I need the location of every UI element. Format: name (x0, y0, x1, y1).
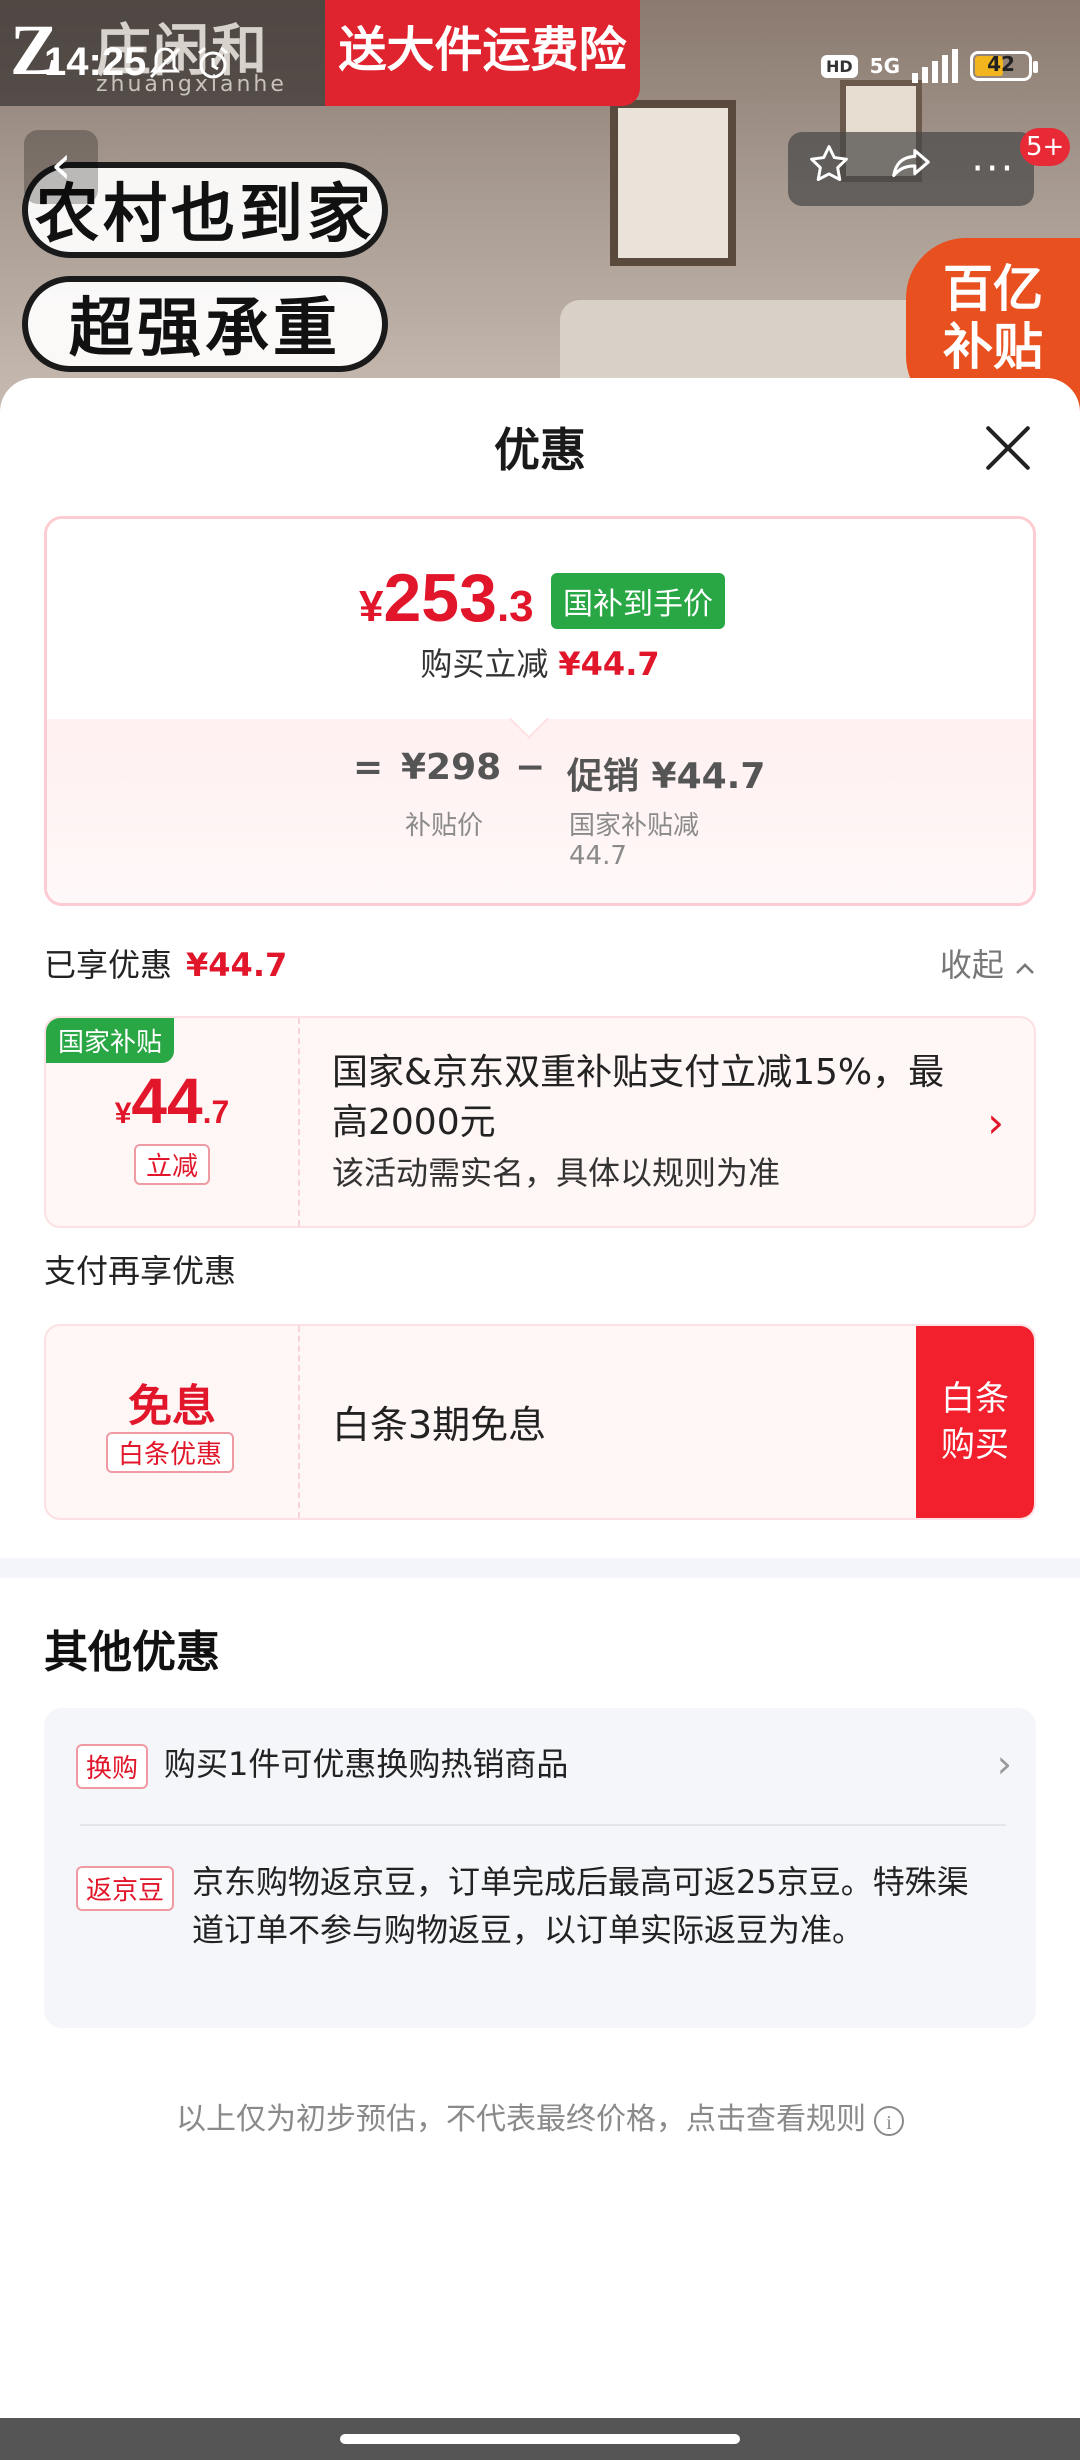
final-price-currency: ¥ (359, 582, 384, 631)
subsidy-coupon-left: 国家补贴 ¥44.7 立减 (46, 1018, 300, 1226)
final-price-integer: 253 (383, 560, 497, 636)
price-summary-card: ¥253.3 国补到手价 购买立减 ¥44.7 = ¥298 补贴价 − 促销 ¥… (44, 516, 1036, 906)
discount-sheet: 优惠 ¥253.3 国补到手价 购买立减 ¥44.7 = ¥298 补贴价 − 促… (0, 378, 1080, 2418)
section-divider (0, 1558, 1080, 1578)
favorite-star-icon[interactable] (807, 142, 851, 196)
other-offers-title: 其他优惠 (44, 1627, 220, 1678)
signal-icon (912, 49, 958, 83)
hd-badge: HD (820, 54, 858, 78)
subsidy-coupon-tag: 国家补贴 (46, 1018, 175, 1063)
subsidy-coupon-integer: 44 (131, 1065, 203, 1137)
collapse-toggle[interactable]: 收起 (940, 940, 1036, 986)
price-top-area (47, 519, 1033, 719)
promo-sub-label: 国家补贴减 (569, 811, 700, 841)
jingdou-tag: 返京豆 (76, 1866, 175, 1911)
battery-icon: 42 (970, 51, 1038, 81)
other-offers-card: 换购 购买1件可优惠换购热销商品 › 返京豆 京东购物返京豆，订单完成后最高可返… (44, 1708, 1036, 2028)
chevron-right-icon: › (996, 1742, 1012, 1786)
nav-actions: ··· (788, 132, 1034, 206)
jingdou-text: 京东购物返京豆，订单完成后最高可返25京豆。特殊渠道订单不参与购物返豆，以订单实… (192, 1863, 969, 1949)
purchase-discount-label: 购买立减 (420, 645, 549, 683)
info-icon: i (874, 2105, 904, 2136)
status-bar: 14:25 HD 5G 42 (0, 0, 1080, 136)
subsidy-badge-line1: 百亿 (943, 260, 1043, 318)
status-right-group: HD 5G 42 (820, 46, 1038, 86)
trade-in-tag: 换购 (76, 1744, 149, 1789)
baitiao-offer-text: 白条3期免息 (332, 1403, 547, 1447)
message-count-badge: 5+ (1020, 128, 1071, 166)
equals-sign: = (353, 747, 384, 788)
base-price: ¥298 (401, 747, 502, 788)
final-price-decimal: .3 (496, 582, 534, 631)
system-nav-bar (0, 2418, 1080, 2460)
subsidy-coupon[interactable]: 国家补贴 ¥44.7 立减 国家&京东双重补贴支付立减15%，最高2000元 该… (44, 1016, 1036, 1228)
promo-sub-value: 44.7 (569, 841, 627, 871)
interest-free-label: 免息 (128, 1381, 216, 1432)
network-type: 5G (869, 54, 900, 78)
chevron-up-icon (1014, 946, 1036, 984)
pay-more-title: 支付再享优惠 (44, 1252, 237, 1290)
share-icon[interactable] (888, 141, 934, 197)
baitiao-coupon[interactable]: 免息 白条优惠 白条3期免息 白条 购买 (44, 1324, 1036, 1520)
mute-bell-icon (146, 44, 184, 91)
purchase-discount-amount: ¥44.7 (558, 645, 660, 683)
home-indicator[interactable] (340, 2434, 740, 2444)
alarm-icon (194, 44, 232, 91)
close-button[interactable] (982, 422, 1034, 474)
final-price: ¥253.3 (359, 559, 534, 637)
banner-tag-loadbearing: 超强承重 (22, 276, 388, 372)
baitiao-offer-tag: 白条优惠 (106, 1432, 235, 1473)
baitiao-buy-button[interactable]: 白条 购买 (916, 1326, 1034, 1518)
status-time: 14:25 (44, 40, 147, 84)
collapse-label: 收起 (939, 946, 1004, 984)
minus-sign: − (515, 747, 546, 788)
subsidy-coupon-note: 该活动需实名，具体以规则为准 (332, 1154, 781, 1192)
trade-in-text: 购买1件可优惠换购热销商品 (164, 1745, 569, 1783)
trade-in-row[interactable]: 换购 购买1件可优惠换购热销商品 › (44, 1708, 1036, 1824)
base-price-label: 补贴价 (405, 811, 484, 841)
subsidy-coupon-currency: ¥ (114, 1097, 132, 1130)
back-button[interactable]: ‹ (24, 130, 98, 204)
enjoyed-discount-label: 已享优惠 (44, 946, 173, 984)
rules-footnote-text: 以上仅为初步预估，不代表最终价格，点击查看规则 (176, 2102, 866, 2137)
row-separator (80, 1824, 1006, 1826)
purchase-discount-line: 购买立减 ¥44.7 (47, 639, 1033, 685)
subsidy-coupon-kind: 立减 (134, 1144, 211, 1185)
battery-level: 42 (987, 52, 1015, 76)
promo-amount: 促销 ¥44.7 (567, 756, 766, 797)
subsidy-coupon-text: 国家&京东双重补贴支付立减15%，最高2000元 (332, 1052, 945, 1143)
baitiao-coupon-left: 免息 白条优惠 (46, 1326, 300, 1518)
sheet-title: 优惠 (494, 423, 586, 477)
national-subsidy-price-tag: 国补到手价 (551, 573, 725, 629)
more-dots-icon[interactable]: ··· (971, 146, 1015, 192)
enjoyed-discount-amount: ¥44.7 (186, 946, 288, 984)
enjoyed-discount-row: 已享优惠 ¥44.7 (44, 940, 287, 986)
chevron-right-icon: › (987, 1098, 1004, 1147)
subsidy-badge-line2: 补贴 (943, 318, 1043, 376)
subsidy-coupon-decimal: .7 (202, 1094, 230, 1130)
subsidy-coupon-amount: ¥44.7 (46, 1064, 298, 1138)
rules-footnote[interactable]: 以上仅为初步预估，不代表最终价格，点击查看规则 i (0, 2094, 1080, 2138)
chevron-left-icon: ‹ (50, 133, 72, 196)
